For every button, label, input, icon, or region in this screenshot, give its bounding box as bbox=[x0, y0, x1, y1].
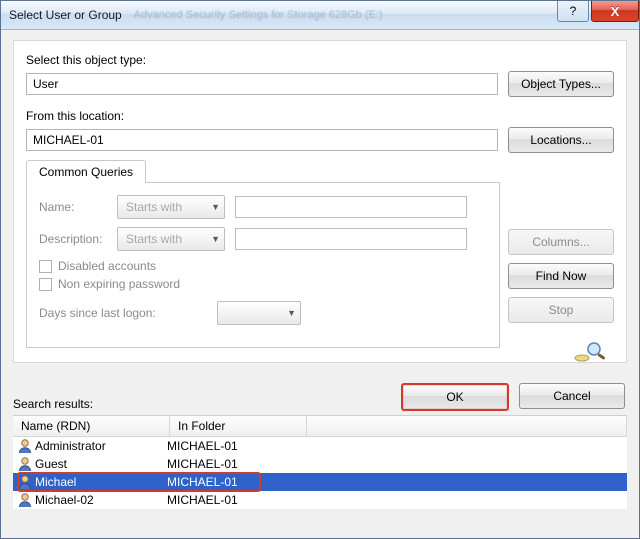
description-input[interactable] bbox=[235, 228, 467, 250]
results-list: AdministratorMICHAEL-01GuestMICHAEL-01Mi… bbox=[13, 437, 627, 509]
non-expiring-checkbox[interactable] bbox=[39, 278, 52, 291]
name-mode-value: Starts with bbox=[126, 200, 182, 214]
user-icon bbox=[17, 474, 33, 490]
results-header: Name (RDN) In Folder bbox=[13, 416, 627, 437]
chevron-down-icon: ▼ bbox=[211, 202, 220, 212]
search-animation-icon bbox=[574, 341, 608, 363]
main-group: Select this object type: Object Types...… bbox=[13, 40, 627, 363]
locations-button[interactable]: Locations... bbox=[508, 127, 614, 153]
table-row[interactable]: MichaelMICHAEL-01 bbox=[13, 473, 627, 491]
result-name: Guest bbox=[35, 457, 167, 471]
background-window-title: Advanced Security Settings for Storage 6… bbox=[134, 9, 555, 21]
chevron-down-icon: ▼ bbox=[211, 234, 220, 244]
column-header-name[interactable]: Name (RDN) bbox=[13, 416, 170, 436]
object-types-button[interactable]: Object Types... bbox=[508, 71, 614, 97]
titlebar: Select User or Group Advanced Security S… bbox=[1, 1, 639, 30]
disabled-accounts-label: Disabled accounts bbox=[58, 259, 156, 273]
from-location-field[interactable] bbox=[26, 129, 498, 151]
object-type-field[interactable] bbox=[26, 73, 498, 95]
search-results-table: Name (RDN) In Folder AdministratorMICHAE… bbox=[13, 415, 627, 509]
non-expiring-label: Non expiring password bbox=[58, 277, 180, 291]
find-now-button[interactable]: Find Now bbox=[508, 263, 614, 289]
result-name: Michael bbox=[35, 475, 167, 489]
description-label: Description: bbox=[39, 232, 117, 246]
name-input[interactable] bbox=[235, 196, 467, 218]
stop-button[interactable]: Stop bbox=[508, 297, 614, 323]
help-icon: ? bbox=[570, 4, 577, 18]
user-icon bbox=[17, 492, 33, 508]
user-icon bbox=[17, 438, 33, 454]
result-folder: MICHAEL-01 bbox=[167, 493, 627, 507]
days-since-label: Days since last logon: bbox=[39, 306, 169, 320]
result-folder: MICHAEL-01 bbox=[167, 475, 627, 489]
days-since-combo[interactable]: ▼ bbox=[217, 301, 301, 325]
column-header-spacer bbox=[307, 416, 627, 436]
disabled-accounts-checkbox[interactable] bbox=[39, 260, 52, 273]
select-user-or-group-dialog: Select User or Group Advanced Security S… bbox=[0, 0, 640, 539]
object-type-label: Select this object type: bbox=[26, 53, 614, 67]
result-folder: MICHAEL-01 bbox=[167, 439, 627, 453]
table-row[interactable]: GuestMICHAEL-01 bbox=[13, 455, 627, 473]
user-icon bbox=[17, 456, 33, 472]
description-mode-combo[interactable]: Starts with ▼ bbox=[117, 227, 225, 251]
description-mode-value: Starts with bbox=[126, 232, 182, 246]
tab-common-queries[interactable]: Common Queries bbox=[26, 160, 146, 183]
common-queries-panel: Name: Starts with ▼ Description: Starts … bbox=[26, 182, 500, 348]
table-row[interactable]: Michael-02MICHAEL-01 bbox=[13, 491, 627, 509]
result-name: Michael-02 bbox=[35, 493, 167, 507]
close-icon: X bbox=[611, 4, 620, 19]
result-name: Administrator bbox=[35, 439, 167, 453]
name-label: Name: bbox=[39, 200, 117, 214]
chevron-down-icon: ▼ bbox=[287, 308, 296, 318]
search-results-label: Search results: bbox=[13, 397, 627, 411]
close-button[interactable]: X bbox=[591, 1, 639, 22]
table-row[interactable]: AdministratorMICHAEL-01 bbox=[13, 437, 627, 455]
name-mode-combo[interactable]: Starts with ▼ bbox=[117, 195, 225, 219]
help-button[interactable]: ? bbox=[557, 1, 589, 22]
from-location-label: From this location: bbox=[26, 109, 614, 123]
result-folder: MICHAEL-01 bbox=[167, 457, 627, 471]
columns-button[interactable]: Columns... bbox=[508, 229, 614, 255]
window-title: Select User or Group bbox=[9, 8, 122, 22]
column-header-folder[interactable]: In Folder bbox=[170, 416, 307, 436]
